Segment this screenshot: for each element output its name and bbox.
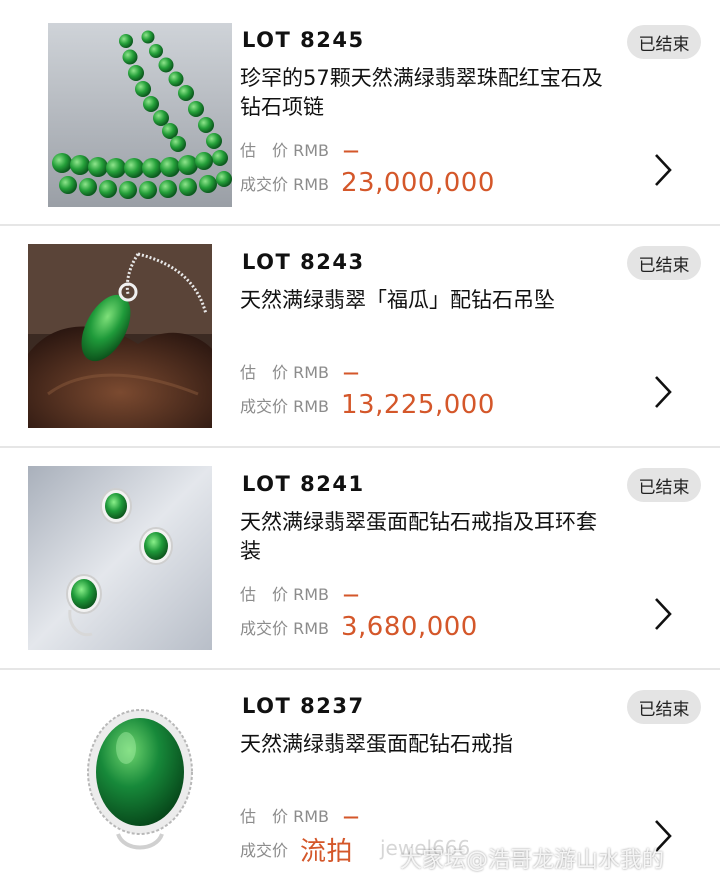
lot-title: 珍罕的57颗天然满绿翡翠珠配红宝石及钻石项链 xyxy=(240,66,603,119)
sold-row: 成交价 RMB 13,225,000 xyxy=(240,387,495,423)
lot-number: LOT 8243 xyxy=(242,250,365,274)
sold-label: 成交价 RMB xyxy=(240,175,329,194)
estimate-value: — xyxy=(343,363,359,382)
estimate-label: 估 价 RMB xyxy=(240,363,329,382)
ring-image xyxy=(48,690,232,874)
estimate-value: — xyxy=(343,807,359,826)
lot-row[interactable]: LOT 8245 珍罕的57颗天然满绿翡翠珠配红宝石及钻石项链 已结束 估 价 … xyxy=(0,0,720,222)
watermark: 大家坛@浩哥龙游山水我的 xyxy=(400,848,665,873)
status-badge: 已结束 xyxy=(627,690,701,724)
estimate-row: 估 价 RMB — xyxy=(240,581,359,605)
lot-title: 天然满绿翡翠蛋面配钻石戒指及耳环套装 xyxy=(240,510,597,563)
necklace-image xyxy=(48,23,232,207)
estimate-label: 估 价 RMB xyxy=(240,585,329,604)
lot-row[interactable]: LOT 8243 天然满绿翡翠「福瓜」配钻石吊坠 已结束 估 价 RMB — 成交… xyxy=(0,224,720,446)
sold-price: 流拍 xyxy=(300,836,354,867)
lot-number: LOT 8245 xyxy=(242,28,365,52)
estimate-value: — xyxy=(343,141,359,160)
lot-row[interactable]: LOT 8241 天然满绿翡翠蛋面配钻石戒指及耳环套装 已结束 估 价 RMB —… xyxy=(0,446,720,668)
estimate-label: 估 价 RMB xyxy=(240,141,329,160)
status-badge: 已结束 xyxy=(627,468,701,502)
lot-title: 天然满绿翡翠「福瓜」配钻石吊坠 xyxy=(240,288,555,312)
status-badge: 已结束 xyxy=(627,25,701,59)
ring-earring-set-image xyxy=(28,466,212,650)
status-badge: 已结束 xyxy=(627,246,701,280)
lot-title: 天然满绿翡翠蛋面配钻石戒指 xyxy=(240,732,513,756)
estimate-label: 估 价 RMB xyxy=(240,807,329,826)
sold-row: 成交价 流拍 xyxy=(240,831,353,867)
sold-price: 13,225,000 xyxy=(341,390,495,420)
lot-number: LOT 8241 xyxy=(242,472,365,496)
chevron-right-icon[interactable] xyxy=(652,374,674,410)
estimate-row: 估 价 RMB — xyxy=(240,359,359,383)
pendant-image xyxy=(28,244,212,428)
estimate-row: 估 价 RMB — xyxy=(240,803,359,827)
sold-price: 3,680,000 xyxy=(341,612,478,642)
chevron-right-icon[interactable] xyxy=(652,152,674,188)
sold-label: 成交价 xyxy=(240,841,289,860)
sold-label: 成交价 RMB xyxy=(240,397,329,416)
estimate-row: 估 价 RMB — xyxy=(240,137,359,161)
lot-number: LOT 8237 xyxy=(242,694,365,718)
estimate-value: — xyxy=(343,585,359,604)
sold-price: 23,000,000 xyxy=(341,168,495,198)
sold-row: 成交价 RMB 3,680,000 xyxy=(240,609,478,645)
chevron-right-icon[interactable] xyxy=(652,596,674,632)
sold-row: 成交价 RMB 23,000,000 xyxy=(240,165,495,201)
sold-label: 成交价 RMB xyxy=(240,619,329,638)
